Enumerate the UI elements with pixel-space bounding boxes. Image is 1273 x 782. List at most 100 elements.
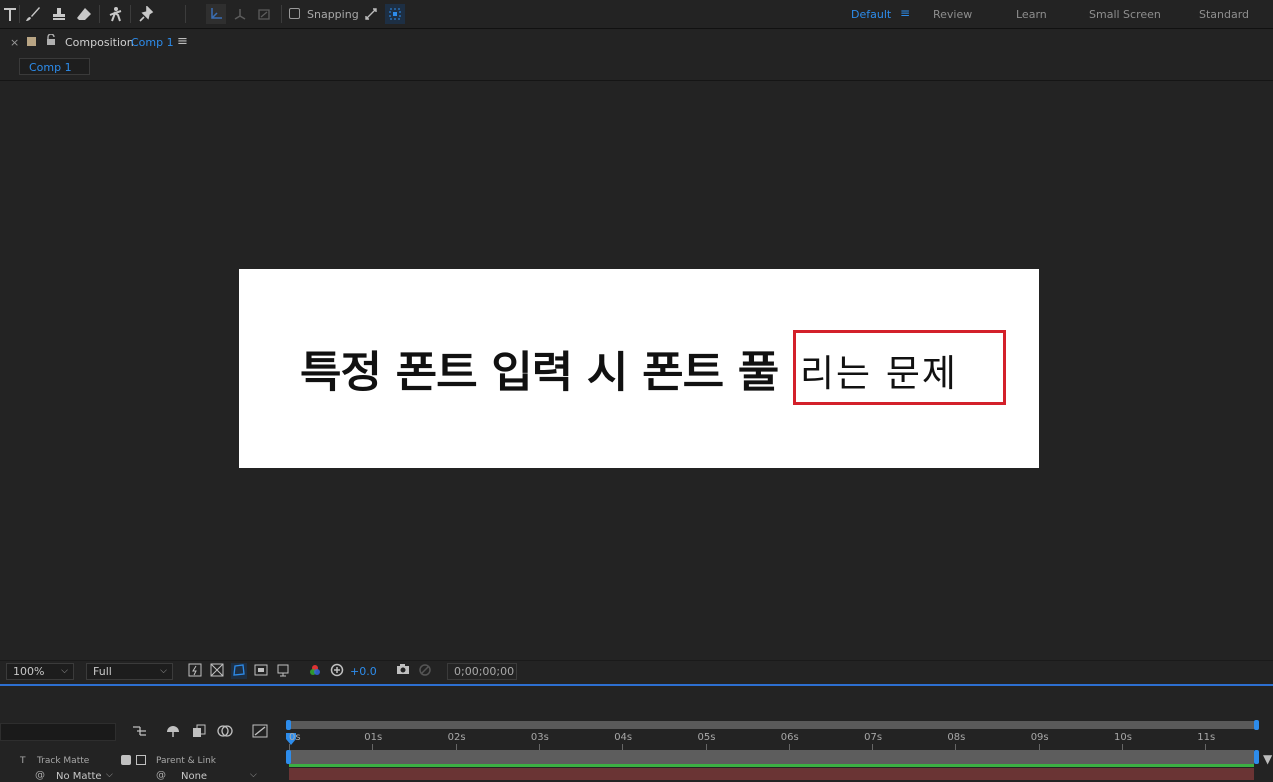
- ruler-tick: [289, 744, 290, 750]
- ruler-tick: [538, 744, 540, 750]
- transparency-grid-icon[interactable]: [209, 663, 225, 679]
- panel-title: Composition: [65, 36, 134, 49]
- panel-color-swatch: [27, 37, 36, 46]
- roto-brush-tool-icon[interactable]: [106, 4, 126, 24]
- toolbar-divider: [99, 5, 100, 23]
- lock-switch-icon[interactable]: [136, 755, 146, 765]
- panel-comp-name[interactable]: Comp 1: [131, 36, 174, 49]
- motion-blur-icon[interactable]: [216, 724, 234, 742]
- ruler-tick: [455, 744, 457, 750]
- ruler-tick: [1122, 744, 1123, 750]
- highlight-box: [793, 330, 1006, 405]
- ruler-tick: [788, 744, 790, 750]
- canvas-text-bold[interactable]: 특정 폰트 입력 시 폰트 풀: [300, 338, 779, 400]
- eraser-tool-icon[interactable]: [74, 4, 94, 24]
- snapping-checkbox[interactable]: [289, 8, 300, 19]
- ruler-label: 01s: [364, 732, 383, 743]
- brush-tool-icon[interactable]: [23, 4, 43, 24]
- resolution-value: Full: [93, 665, 112, 678]
- time-navigator-end-handle[interactable]: [1254, 720, 1259, 730]
- solo-switch-icon[interactable]: [121, 755, 131, 765]
- composition-panel-header: × Composition Comp 1 ≡: [0, 29, 1273, 55]
- toolbar-divider: [185, 5, 186, 23]
- parent-pickwhip-icon[interactable]: @: [156, 770, 166, 781]
- chevron-down-icon: ⌵: [250, 770, 257, 780]
- grid-guides-icon[interactable]: [275, 663, 291, 679]
- chevron-down-icon: ⌵: [106, 770, 113, 780]
- exposure-value[interactable]: +0.0: [350, 665, 377, 678]
- camera-snapshot-icon[interactable]: [395, 663, 411, 679]
- comp-flowchart-icon[interactable]: [131, 724, 149, 742]
- ruler-tick: [1205, 744, 1207, 750]
- time-navigator-bar[interactable]: [287, 721, 1258, 729]
- top-toolbar: Snapping Default ≡ Review Learn Small Sc…: [0, 0, 1273, 29]
- render-cache-indicator: [289, 764, 1254, 767]
- ruler-label: 11s: [1197, 732, 1216, 743]
- ruler-label: 05s: [697, 732, 716, 743]
- layer-track-matte-value[interactable]: No Matte: [56, 771, 102, 782]
- chevron-down-icon: ⌵: [160, 666, 167, 676]
- layer-duration-bar[interactable]: [289, 768, 1254, 780]
- work-area-start-handle[interactable]: [286, 750, 291, 764]
- pickwhip-icon[interactable]: @: [35, 770, 45, 781]
- close-panel-icon[interactable]: ×: [10, 36, 19, 49]
- comp-tab[interactable]: Comp 1: [19, 58, 90, 75]
- region-of-interest-icon[interactable]: [253, 663, 269, 679]
- clone-stamp-tool-icon[interactable]: [49, 4, 69, 24]
- current-time-display[interactable]: 0;00;00;00: [447, 663, 517, 680]
- column-track-matte-header: Track Matte: [37, 756, 90, 766]
- chevron-down-icon: ⌵: [61, 666, 68, 676]
- type-tool-icon[interactable]: [0, 4, 20, 24]
- ruler-tick: [372, 744, 374, 750]
- ruler-label: 02s: [447, 732, 466, 743]
- color-channels-icon[interactable]: [307, 663, 323, 679]
- ruler-label: 04s: [614, 732, 633, 743]
- workspace-default[interactable]: Default: [851, 8, 891, 21]
- workspace-learn[interactable]: Learn: [1016, 8, 1047, 21]
- layer-search-input[interactable]: [0, 723, 116, 741]
- work-area-end-handle[interactable]: [1254, 750, 1259, 764]
- lock-icon[interactable]: [46, 33, 56, 49]
- workspace-standard[interactable]: Standard: [1199, 8, 1249, 21]
- ruler-label: 06s: [780, 732, 799, 743]
- fast-previews-icon[interactable]: [187, 663, 203, 679]
- view-axis-mode-icon[interactable]: [254, 4, 274, 24]
- column-type-header: T: [20, 756, 26, 766]
- show-snapshot-icon[interactable]: [417, 663, 433, 679]
- ruler-tick: [1038, 744, 1040, 750]
- layer-parent-value[interactable]: None: [181, 771, 207, 782]
- ruler-tick: [955, 744, 957, 750]
- workspace-small-screen[interactable]: Small Screen: [1089, 8, 1161, 21]
- column-parent-header: Parent & Link: [156, 756, 216, 766]
- timecode-value: 0;00;00;00: [454, 665, 515, 678]
- ruler-label: 0s: [289, 732, 301, 743]
- snapping-label: Snapping: [307, 8, 359, 21]
- shy-layers-icon[interactable]: [164, 724, 182, 742]
- graph-editor-icon[interactable]: [251, 724, 269, 742]
- ruler-label: 09s: [1030, 732, 1049, 743]
- snap-options-icon[interactable]: [361, 4, 381, 24]
- resolution-dropdown[interactable]: Full ⌵: [86, 663, 173, 680]
- work-area-bar[interactable]: [289, 750, 1254, 764]
- mask-visibility-icon[interactable]: [231, 663, 247, 679]
- panel-menu-icon[interactable]: ≡: [177, 34, 188, 49]
- zoom-dropdown[interactable]: 100% ⌵: [6, 663, 74, 680]
- reset-exposure-icon[interactable]: [329, 663, 345, 679]
- ruler-label: 08s: [947, 732, 966, 743]
- snap-features-icon[interactable]: [385, 4, 405, 24]
- ruler-tick: [872, 744, 874, 750]
- local-axis-mode-icon[interactable]: [206, 4, 226, 24]
- ruler-label: 10s: [1114, 732, 1132, 743]
- ruler-label: 07s: [864, 732, 883, 743]
- comp-marker-bin-icon[interactable]: ▼: [1263, 752, 1272, 766]
- workspace-menu-icon[interactable]: ≡: [900, 6, 910, 20]
- toolbar-divider: [130, 5, 131, 23]
- time-navigator-start-handle[interactable]: [286, 720, 291, 730]
- puppet-pin-tool-icon[interactable]: [137, 4, 157, 24]
- zoom-value: 100%: [13, 665, 45, 678]
- workspace-review[interactable]: Review: [933, 8, 972, 21]
- toolbar-divider: [281, 5, 282, 23]
- world-axis-mode-icon[interactable]: [230, 4, 250, 24]
- frame-blending-icon[interactable]: [190, 724, 208, 742]
- toolbar-divider: [19, 5, 20, 23]
